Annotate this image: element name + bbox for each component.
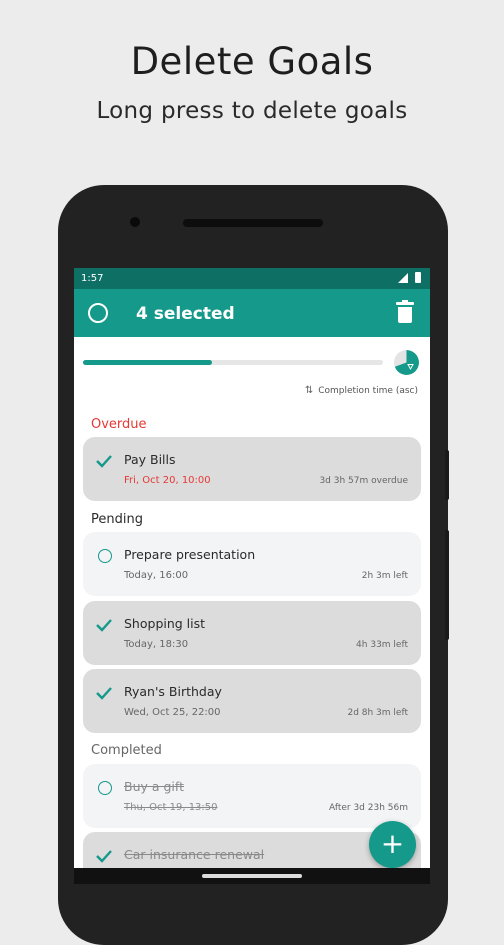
goal-title: Car insurance renewal (124, 847, 265, 862)
goal-card[interactable]: Ryan's Birthday Wed, Oct 25, 22:00 2d 8h… (83, 669, 421, 733)
app-screen: 1:57 4 selected ⇅ Completion time (asc) O… (74, 268, 430, 884)
goal-card[interactable]: Buy a gift Thu, Oct 19, 13:50 After 3d 2… (83, 764, 421, 828)
selection-count: 4 selected (136, 304, 235, 324)
circle-outline-icon[interactable] (98, 781, 112, 795)
trash-lid (396, 302, 414, 305)
goal-title: Buy a gift (124, 779, 184, 794)
section-pending: Pending (91, 512, 143, 527)
sort-button[interactable]: ⇅ Completion time (asc) (305, 385, 418, 396)
signal-icon (398, 273, 408, 283)
goal-date: Wed, Oct 25, 22:00 (124, 707, 221, 718)
goal-title: Shopping list (124, 616, 206, 631)
sort-label: Completion time (asc) (318, 386, 418, 396)
goal-date: Thu, Oct 19, 13:50 (124, 802, 218, 813)
phone-side-button (445, 450, 449, 500)
goal-title: Ryan's Birthday (124, 684, 222, 699)
goal-time-left: 3d 3h 57m overdue (319, 476, 408, 486)
goal-time-left: After 3d 23h 56m (328, 803, 408, 813)
goal-title: Pay Bills (124, 452, 176, 467)
progress-bar (83, 360, 383, 365)
goal-date: Fri, Oct 20, 10:00 (124, 475, 211, 486)
goal-card[interactable]: Shopping list Today, 18:30 4h 33m left (83, 601, 421, 665)
status-bar: 1:57 (74, 268, 430, 289)
goal-date: Today, 18:30 (124, 639, 189, 650)
trash-icon[interactable] (396, 300, 414, 324)
section-completed: Completed (91, 743, 162, 758)
phone-camera (130, 217, 140, 227)
navigation-bar (74, 868, 430, 884)
plus-icon: + (380, 827, 405, 860)
pie-chart-svg (394, 350, 419, 375)
pie-chart-icon[interactable] (394, 350, 419, 375)
goal-time-left: 4h 33m left (356, 640, 408, 650)
sort-icon: ⇅ (304, 385, 314, 396)
promo-subtitle: Long press to delete goals (96, 98, 408, 124)
progress-fill (83, 360, 212, 365)
circle-outline-icon[interactable] (98, 549, 112, 563)
check-icon[interactable] (95, 615, 113, 635)
goal-time-left: 2d 8h 3m left (347, 708, 408, 718)
check-icon[interactable] (95, 451, 113, 471)
trash-body (398, 307, 412, 323)
app-bar: 4 selected (74, 289, 430, 337)
goal-title: Prepare presentation (124, 547, 256, 562)
battery-icon (415, 272, 421, 283)
home-pill[interactable] (202, 874, 302, 878)
goal-date: Today, 16:00 (124, 570, 189, 581)
goal-card[interactable]: Prepare presentation Today, 16:00 2h 3m … (83, 532, 421, 596)
add-goal-button[interactable]: + (369, 821, 416, 868)
check-icon[interactable] (95, 846, 113, 866)
status-time: 1:57 (81, 273, 104, 284)
phone-side-button (445, 530, 449, 640)
promo-title: Delete Goals (130, 40, 374, 83)
section-overdue: Overdue (91, 417, 147, 432)
goal-time-left: 2h 3m left (361, 571, 408, 581)
select-all-icon[interactable] (88, 303, 108, 323)
goal-card[interactable]: Pay Bills Fri, Oct 20, 10:00 3d 3h 57m o… (83, 437, 421, 501)
phone-speaker (183, 219, 323, 227)
check-icon[interactable] (95, 683, 113, 703)
